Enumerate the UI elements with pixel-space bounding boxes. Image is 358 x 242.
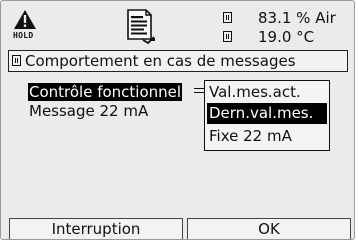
dropdown-option-dern-val-mes[interactable]: Dern.val.mes. <box>207 103 327 124</box>
oxygen-value: 83.1 % Air <box>258 9 336 27</box>
menu-icon <box>12 55 21 66</box>
temperature-value: 19.0 °C <box>258 28 315 46</box>
options-dropdown[interactable]: Val.mes.act. Dern.val.mes. Fixe 22 mA <box>204 80 330 151</box>
selection-connector <box>194 88 204 93</box>
hold-warning-icon: HOLD <box>13 9 37 43</box>
hold-label: HOLD <box>13 31 34 40</box>
dropdown-option-fixe-22ma[interactable]: Fixe 22 mA <box>207 126 327 147</box>
menu-item-controle-fonctionnel[interactable]: Contrôle fonctionnel <box>28 83 183 101</box>
interruption-button[interactable]: Interruption <box>9 218 183 239</box>
measurement-channel-icon <box>223 31 232 42</box>
dropdown-option-val-mes-act[interactable]: Val.mes.act. <box>207 82 327 103</box>
document-icon <box>124 7 158 45</box>
device-display: HOLD 83.1 % Air 19.0 °C Comportement en … <box>0 0 355 240</box>
page-title: Comportement en cas de messages <box>8 50 348 72</box>
menu-item-message-22ma[interactable]: Message 22 mA <box>28 102 149 120</box>
ok-button[interactable]: OK <box>187 218 351 239</box>
softkey-bar: Interruption OK <box>7 218 352 239</box>
measurement-channel-icon <box>223 12 232 23</box>
page-title-text: Comportement en cas de messages <box>25 52 296 70</box>
